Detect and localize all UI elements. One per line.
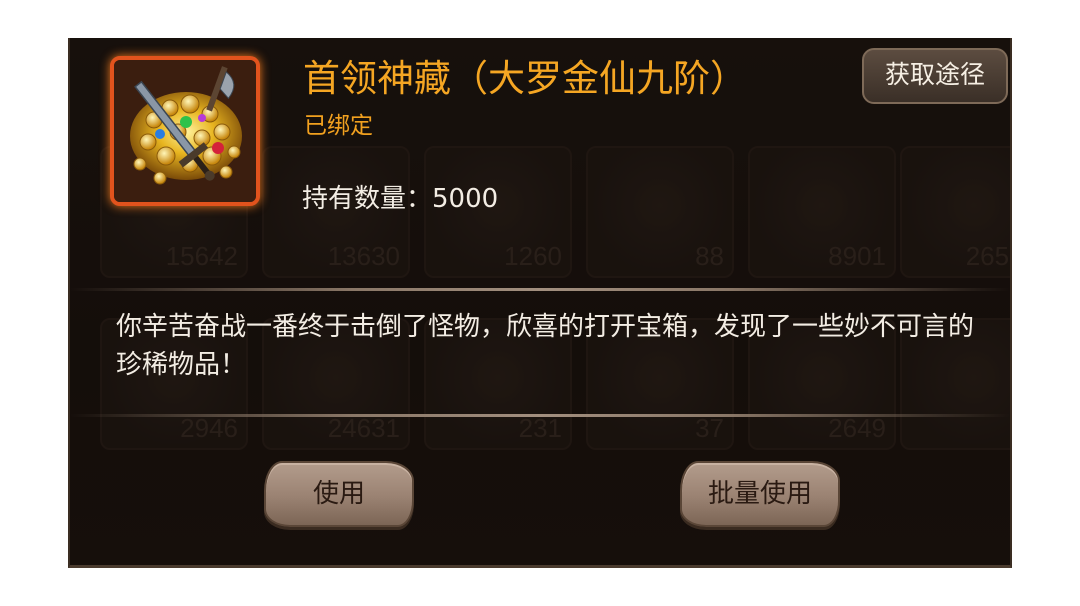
item-description: 你辛苦奋战一番终于击倒了怪物，欣喜的打开宝箱，发现了一些妙不可言的珍稀物品！ (116, 312, 975, 380)
batch-use-button[interactable]: 批量使用 (680, 461, 840, 527)
item-title: 首领神藏（大罗金仙九阶） (303, 57, 747, 100)
owned-quantity: 持有数量：5000 (302, 184, 499, 214)
bound-status-label: 已绑定 (304, 113, 373, 139)
treasure-pile-with-sword-icon (110, 56, 260, 206)
divider (70, 414, 1010, 417)
acquisition-source-button[interactable]: 获取途径 (862, 48, 1008, 104)
divider (70, 288, 1010, 291)
item-detail-dialog: 15642 13630 1260 88 8901 26533 2946 2463… (68, 38, 1012, 568)
use-button[interactable]: 使用 (264, 461, 414, 527)
